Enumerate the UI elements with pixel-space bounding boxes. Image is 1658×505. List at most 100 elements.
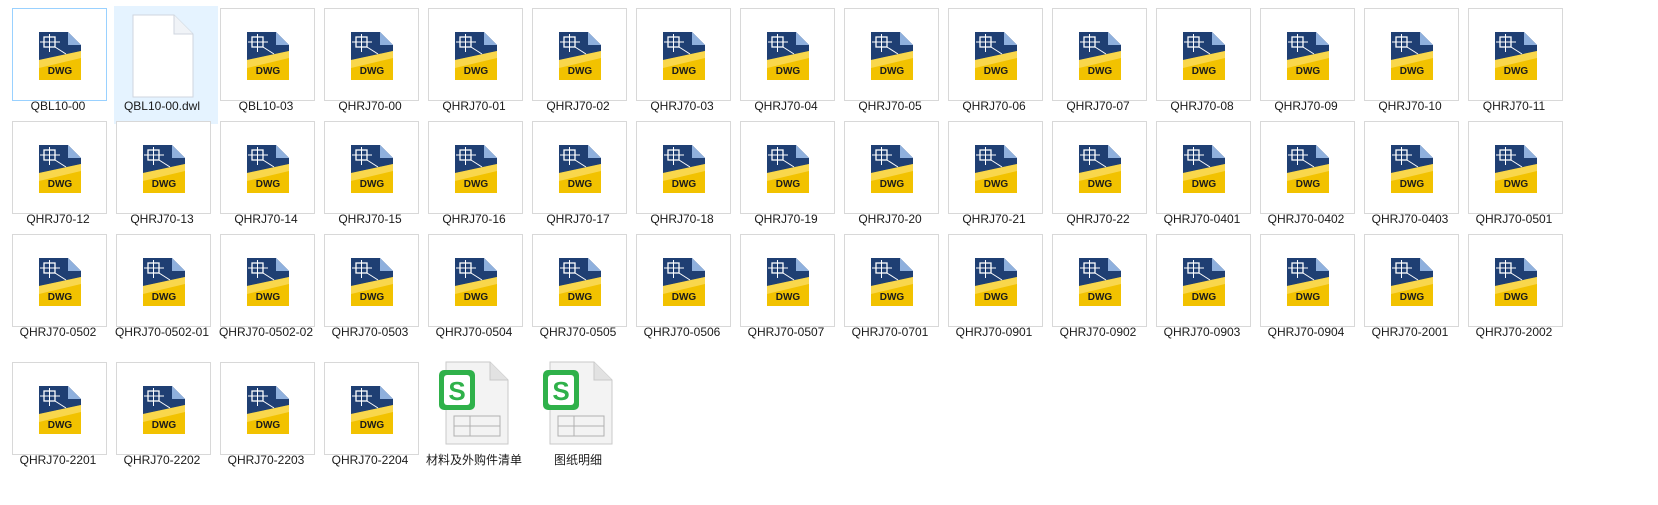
file-thumbnail: DWG bbox=[636, 121, 731, 214]
file-thumbnail: DWG bbox=[844, 234, 939, 327]
svg-text:DWG: DWG bbox=[1400, 179, 1425, 190]
dwg-file-icon: DWG bbox=[351, 258, 393, 306]
file-thumbnail: DWG bbox=[116, 121, 211, 214]
dwg-file-icon: DWG bbox=[1079, 145, 1121, 193]
svg-text:DWG: DWG bbox=[1296, 292, 1321, 303]
dwg-file-icon: DWG bbox=[663, 258, 705, 306]
dwg-file-icon: DWG bbox=[1183, 32, 1225, 80]
file-name: QBL10-00 bbox=[30, 99, 86, 113]
file-name: QHRJ70-0401 bbox=[1163, 212, 1241, 226]
file-thumbnail: DWG bbox=[1364, 121, 1459, 214]
file-name: QHRJ70-18 bbox=[650, 212, 714, 226]
dwg-file-icon: DWG bbox=[1391, 258, 1433, 306]
svg-text:DWG: DWG bbox=[256, 66, 281, 77]
svg-text:DWG: DWG bbox=[880, 66, 905, 77]
svg-text:DWG: DWG bbox=[48, 292, 73, 303]
file-thumbnail: DWG bbox=[636, 234, 731, 327]
file-name: QHRJ70-0402 bbox=[1267, 212, 1345, 226]
file-name: QHRJ70-00 bbox=[338, 99, 402, 113]
svg-text:DWG: DWG bbox=[256, 292, 281, 303]
file-name: QHRJ70-05 bbox=[858, 99, 922, 113]
dwg-file-icon: DWG bbox=[1183, 145, 1225, 193]
file-name: QHRJ70-2201 bbox=[19, 453, 97, 467]
dwg-file-icon: DWG bbox=[247, 386, 289, 434]
dwg-file-icon: DWG bbox=[767, 258, 809, 306]
file-thumbnail: DWG bbox=[324, 8, 419, 101]
file-thumbnail: DWG bbox=[844, 8, 939, 101]
dwg-file-icon: DWG bbox=[1079, 32, 1121, 80]
dwg-file-icon: DWG bbox=[559, 258, 601, 306]
file-name: QHRJ70-2204 bbox=[331, 453, 409, 467]
svg-text:S: S bbox=[448, 376, 465, 406]
file-thumbnail: DWG bbox=[1260, 234, 1355, 327]
dwg-file-icon: DWG bbox=[1495, 145, 1537, 193]
file-name: QHRJ70-0701 bbox=[851, 325, 929, 339]
file-thumbnail: DWG bbox=[324, 234, 419, 327]
file-name: QHRJ70-2001 bbox=[1371, 325, 1449, 339]
file-thumbnail: DWG bbox=[12, 8, 107, 101]
dwg-file-icon: DWG bbox=[559, 145, 601, 193]
svg-text:DWG: DWG bbox=[672, 292, 697, 303]
file-name: QHRJ70-0903 bbox=[1163, 325, 1241, 339]
dwg-file-icon: DWG bbox=[247, 32, 289, 80]
file-name: QHRJ70-09 bbox=[1274, 99, 1338, 113]
file-thumbnail: DWG bbox=[740, 121, 835, 214]
dwg-file-icon: DWG bbox=[247, 145, 289, 193]
file-thumbnail: DWG bbox=[428, 234, 523, 327]
file-thumbnail: DWG bbox=[324, 121, 419, 214]
file-name: QHRJ70-17 bbox=[546, 212, 610, 226]
dwg-file-icon: DWG bbox=[871, 258, 913, 306]
file-thumbnail: DWG bbox=[220, 362, 315, 455]
file-thumbnail: DWG bbox=[1468, 8, 1563, 101]
file-name: QBL10-03 bbox=[238, 99, 294, 113]
dwg-file-icon: DWG bbox=[767, 145, 809, 193]
svg-text:DWG: DWG bbox=[672, 66, 697, 77]
file-name: QHRJ70-10 bbox=[1378, 99, 1442, 113]
file-thumbnail: DWG bbox=[12, 362, 107, 455]
file-name: QHRJ70-15 bbox=[338, 212, 402, 226]
file-name: QHRJ70-04 bbox=[754, 99, 818, 113]
spreadsheet-file-icon: S bbox=[543, 361, 613, 445]
file-thumbnail: DWG bbox=[636, 8, 731, 101]
file-name: 图纸明细 bbox=[553, 453, 602, 467]
file-name: QHRJ70-0503 bbox=[331, 325, 409, 339]
svg-text:DWG: DWG bbox=[1296, 179, 1321, 190]
file-thumbnail: DWG bbox=[1052, 8, 1147, 101]
dwg-file-icon: DWG bbox=[1391, 145, 1433, 193]
file-name: QHRJ70-0506 bbox=[643, 325, 721, 339]
file-name: QHRJ70-0904 bbox=[1267, 325, 1345, 339]
svg-text:DWG: DWG bbox=[1192, 292, 1217, 303]
dwg-file-icon: DWG bbox=[143, 258, 185, 306]
svg-text:DWG: DWG bbox=[1296, 66, 1321, 77]
file-name: QHRJ70-02 bbox=[546, 99, 610, 113]
svg-text:DWG: DWG bbox=[48, 179, 73, 190]
svg-text:DWG: DWG bbox=[984, 66, 1009, 77]
svg-text:DWG: DWG bbox=[256, 420, 281, 431]
dwg-file-icon: DWG bbox=[39, 258, 81, 306]
file-thumbnail: DWG bbox=[1260, 121, 1355, 214]
file-name: QHRJ70-19 bbox=[754, 212, 818, 226]
file-thumbnail: DWG bbox=[220, 121, 315, 214]
dwg-file-icon: DWG bbox=[663, 145, 705, 193]
file-thumbnail: DWG bbox=[220, 234, 315, 327]
svg-text:DWG: DWG bbox=[256, 179, 281, 190]
svg-text:DWG: DWG bbox=[568, 292, 593, 303]
svg-text:DWG: DWG bbox=[880, 292, 905, 303]
dwg-file-icon: DWG bbox=[455, 32, 497, 80]
file-thumbnail: DWG bbox=[116, 362, 211, 455]
svg-text:DWG: DWG bbox=[776, 292, 801, 303]
file-name: QHRJ70-07 bbox=[1066, 99, 1130, 113]
file-thumbnail: DWG bbox=[1364, 8, 1459, 101]
svg-text:DWG: DWG bbox=[1504, 179, 1529, 190]
file-name: QHRJ70-08 bbox=[1170, 99, 1234, 113]
file-thumbnail: DWG bbox=[1364, 234, 1459, 327]
file-thumbnail: DWG bbox=[1260, 8, 1355, 101]
file-thumbnail: DWG bbox=[12, 121, 107, 214]
svg-text:DWG: DWG bbox=[360, 420, 385, 431]
svg-text:DWG: DWG bbox=[568, 66, 593, 77]
file-thumbnail: DWG bbox=[532, 234, 627, 327]
file-name: QBL10-00.dwl bbox=[123, 99, 201, 113]
dwg-file-icon: DWG bbox=[1183, 258, 1225, 306]
file-name: QHRJ70-0901 bbox=[955, 325, 1033, 339]
svg-text:DWG: DWG bbox=[1192, 179, 1217, 190]
